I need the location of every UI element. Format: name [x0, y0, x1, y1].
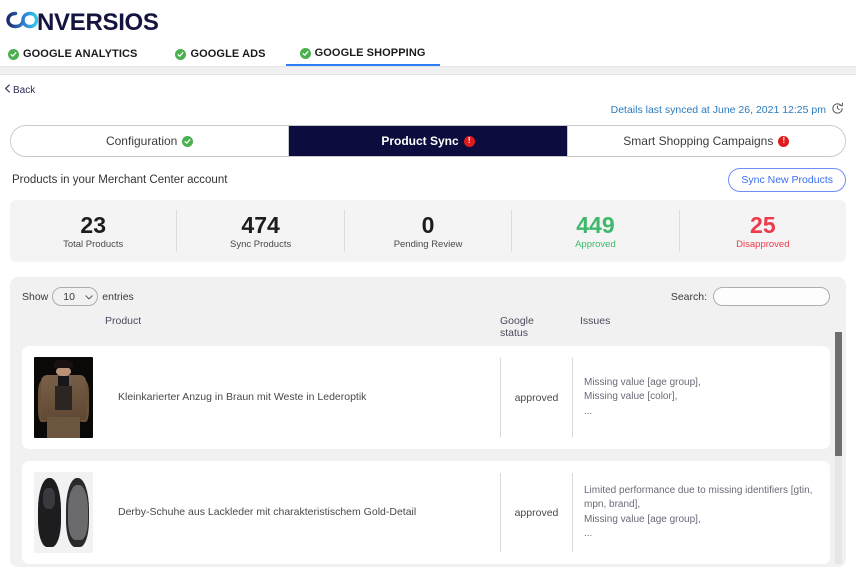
issue-line: Missing value [color], — [584, 391, 678, 403]
products-table-panel: Show 10 25 50 100 entries Search: Produc… — [10, 277, 846, 567]
product-name: Kleinkarierter Anzug in Braun mit Weste … — [118, 391, 367, 404]
tab-product-sync[interactable]: Product Sync ! — [289, 126, 568, 156]
tab-smart-shopping-campaigns-label: Smart Shopping Campaigns — [623, 134, 774, 148]
app-header: NVERSIOS GOOGLE ANALYTICS GOOGLE ADS GOO… — [0, 0, 856, 66]
top-nav: GOOGLE ANALYTICS GOOGLE ADS GOOGLE SHOPP… — [0, 36, 856, 66]
refresh-clock-icon[interactable] — [831, 102, 844, 118]
black-derby-shoes-photo — [34, 472, 93, 553]
column-header-google-status-line1: Google — [500, 315, 534, 327]
top-nav-label: GOOGLE ANALYTICS — [23, 48, 138, 60]
stat-value: 474 — [241, 211, 280, 238]
top-nav-item-google-ads[interactable]: GOOGLE ADS — [175, 48, 275, 66]
column-header-issues: Issues — [580, 315, 611, 327]
warning-exclamation-icon: ! — [778, 135, 790, 147]
tab-configuration-label: Configuration — [105, 134, 178, 148]
product-thumbnail — [34, 472, 93, 553]
search-input[interactable] — [713, 287, 830, 306]
stat-value: 449 — [576, 211, 615, 238]
check-circle-icon — [175, 48, 187, 60]
back-link-label: Back — [13, 84, 36, 96]
table-scrollbar-thumb[interactable] — [835, 332, 842, 456]
stat-label: Sync Products — [229, 239, 292, 251]
stat-approved: 449 Approved — [512, 209, 680, 253]
table-scrollbar-track[interactable] — [835, 332, 842, 564]
sync-new-products-button[interactable]: Sync New Products — [728, 168, 846, 192]
stats-summary: 23 Total Products 474 Sync Products 0 Pe… — [10, 200, 846, 262]
search-label: Search: — [670, 290, 707, 303]
column-header-product: Product — [105, 315, 142, 327]
entries-per-page-select[interactable]: 10 25 50 100 — [52, 287, 99, 306]
issue-line: Missing value [age group], — [584, 513, 701, 525]
tab-smart-shopping-campaigns[interactable]: Smart Shopping Campaigns ! — [567, 126, 845, 156]
cell-issues: Limited performance due to missing ident… — [572, 473, 830, 552]
entries-label: entries — [102, 290, 134, 303]
stat-total-products: 23 Total Products — [10, 209, 178, 253]
infinity-icon — [6, 9, 39, 36]
table-rows: Kleinkarierter Anzug in Braun mit Weste … — [10, 346, 846, 564]
stat-value: 25 — [750, 211, 776, 238]
stat-pending-review: 0 Pending Review — [345, 209, 513, 253]
brand-name: NVERSIOS — [37, 8, 159, 36]
stat-sync-products: 474 Sync Products — [177, 209, 345, 253]
table-controls: Show 10 25 50 100 entries Search: — [10, 277, 846, 306]
top-nav-item-google-shopping[interactable]: GOOGLE SHOPPING — [285, 47, 440, 66]
stat-label: Pending Review — [393, 239, 463, 251]
back-link[interactable]: Back — [0, 75, 35, 96]
sync-status: Details last synced at June 26, 2021 12:… — [0, 98, 856, 118]
cell-google-status: approved — [500, 473, 572, 552]
stat-label: Disapproved — [736, 239, 790, 251]
product-thumbnail — [34, 357, 93, 438]
sync-status-text: Details last synced at June 26, 2021 12:… — [610, 104, 826, 116]
top-nav-item-google-analytics[interactable]: GOOGLE ANALYTICS — [8, 48, 147, 66]
top-nav-label: GOOGLE ADS — [190, 48, 266, 60]
stat-label: Total Products — [63, 239, 124, 251]
issue-line-ellipsis: ... — [584, 405, 593, 417]
product-name: Derby-Schuhe aus Lackleder mit charakter… — [118, 506, 417, 519]
stat-value: 23 — [80, 211, 106, 238]
check-circle-icon — [182, 135, 194, 147]
warning-exclamation-icon: ! — [463, 135, 475, 147]
tab-configuration[interactable]: Configuration — [11, 126, 290, 156]
stat-disapproved: 25 Disapproved — [680, 210, 846, 252]
chevron-left-icon — [4, 84, 11, 96]
table-search: Search: — [671, 287, 830, 306]
issue-line-ellipsis: ... — [584, 528, 593, 539]
show-entries-control: Show 10 25 50 100 entries — [22, 287, 134, 306]
table-column-headers: Product Google status Issues — [10, 306, 846, 346]
cell-google-status: approved — [500, 358, 572, 437]
cell-product: Derby-Schuhe aus Lackleder mit charakter… — [22, 461, 500, 564]
cell-issues: Missing value [age group], Missing value… — [572, 358, 830, 437]
issue-line: Limited performance due to missing ident… — [584, 484, 813, 511]
stat-value: 0 — [421, 211, 435, 238]
products-title-row: Products in your Merchant Center account… — [0, 157, 856, 192]
back-link-row: Back — [0, 75, 856, 98]
header-divider — [0, 66, 856, 75]
table-row[interactable]: Derby-Schuhe aus Lackleder mit charakter… — [22, 461, 830, 564]
mens-brown-checked-suit-photo — [34, 357, 93, 438]
show-label: Show — [22, 290, 49, 303]
brand-logo[interactable]: NVERSIOS — [0, 6, 856, 36]
tab-product-sync-label: Product Sync — [381, 134, 459, 148]
column-header-google-status: Google status — [500, 315, 572, 339]
top-nav-label: GOOGLE SHOPPING — [314, 47, 426, 59]
stat-label: Approved — [575, 239, 616, 251]
column-header-google-status-line2: status — [500, 327, 529, 339]
issue-line: Missing value [age group], — [584, 376, 701, 388]
table-row[interactable]: Kleinkarierter Anzug in Braun mit Weste … — [22, 346, 830, 449]
check-circle-icon — [299, 47, 311, 59]
page-title: Products in your Merchant Center account — [12, 174, 228, 186]
section-tabs: Configuration Product Sync ! Smart Shopp… — [10, 125, 846, 157]
cell-product: Kleinkarierter Anzug in Braun mit Weste … — [22, 346, 500, 449]
check-circle-icon — [8, 48, 19, 60]
